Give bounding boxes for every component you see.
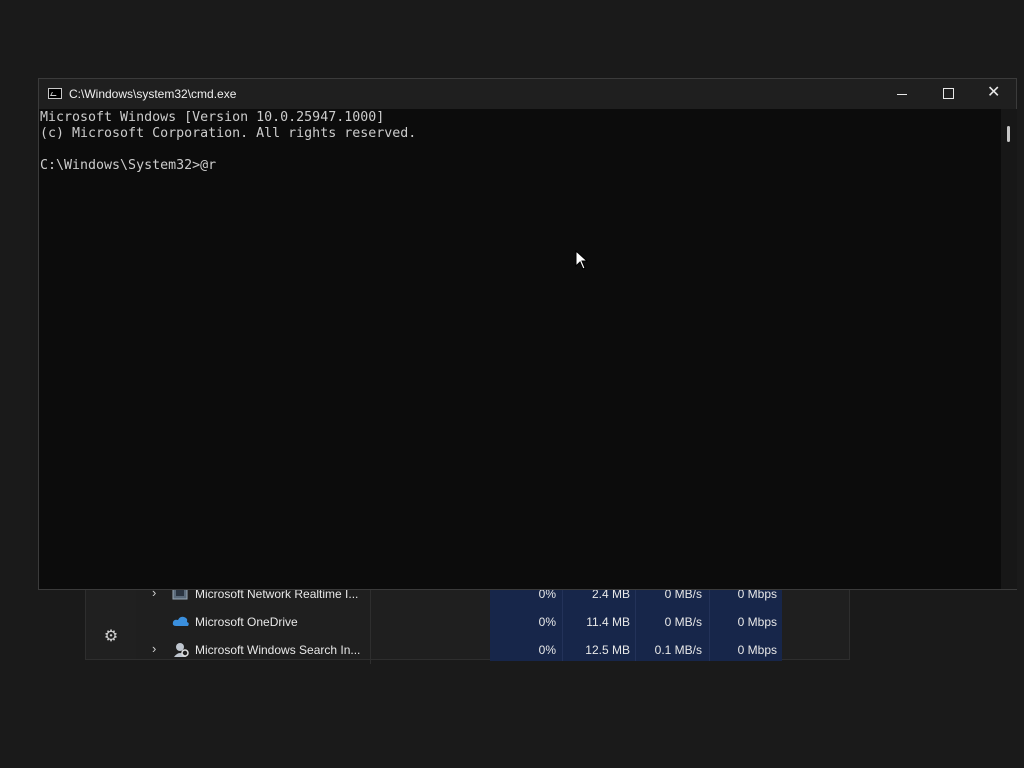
process-name: Microsoft Windows Search In... bbox=[195, 643, 361, 657]
minimize-button[interactable] bbox=[879, 79, 925, 109]
process-name: Microsoft OneDrive bbox=[195, 615, 298, 629]
process-row[interactable]: › Microsoft Windows Search In... 0% 12.5… bbox=[138, 636, 850, 664]
cpu-value: 0% bbox=[538, 643, 556, 657]
cmd-window[interactable]: C:\Windows\system32\cmd.exe ✕ Microsoft … bbox=[38, 78, 1017, 590]
disk-value: 0 MB/s bbox=[664, 615, 702, 629]
console-output[interactable]: Microsoft Windows [Version 10.0.25947.10… bbox=[39, 109, 1001, 589]
disk-value: 0.1 MB/s bbox=[654, 643, 702, 657]
gear-icon[interactable]: ⚙ bbox=[102, 628, 120, 646]
column-divider bbox=[370, 636, 371, 664]
minimize-icon bbox=[897, 94, 907, 95]
close-button[interactable]: ✕ bbox=[971, 79, 1017, 109]
maximize-button[interactable] bbox=[925, 79, 971, 109]
cmd-app-icon[interactable] bbox=[48, 88, 62, 99]
column-divider bbox=[370, 608, 371, 636]
vertical-scrollbar[interactable] bbox=[1001, 109, 1017, 589]
memory-value: 11.4 MB bbox=[586, 615, 630, 629]
scrollbar-thumb[interactable] bbox=[1007, 126, 1010, 142]
title-bar[interactable]: C:\Windows\system32\cmd.exe ✕ bbox=[39, 79, 1016, 109]
maximize-icon bbox=[943, 88, 954, 99]
console-line: Microsoft Windows [Version 10.0.25947.10… bbox=[40, 110, 385, 125]
process-row[interactable]: Microsoft OneDrive 0% 11.4 MB 0 MB/s 0 M… bbox=[138, 608, 850, 636]
mouse-cursor-icon bbox=[575, 250, 589, 270]
onedrive-cloud-icon bbox=[172, 614, 190, 630]
window-title: C:\Windows\system32\cmd.exe bbox=[69, 87, 237, 101]
network-value: 0 Mbps bbox=[737, 643, 777, 657]
cpu-value: 0% bbox=[538, 615, 556, 629]
memory-value: 12.5 MB bbox=[585, 643, 630, 657]
console-line: (c) Microsoft Corporation. All rights re… bbox=[40, 126, 417, 141]
network-value: 0 Mbps bbox=[737, 615, 777, 629]
command-prompt-line: C:\Windows\System32>@r bbox=[40, 158, 217, 173]
search-indexer-icon bbox=[172, 642, 190, 658]
chevron-right-icon[interactable]: › bbox=[152, 642, 164, 656]
close-icon: ✕ bbox=[987, 84, 1001, 101]
